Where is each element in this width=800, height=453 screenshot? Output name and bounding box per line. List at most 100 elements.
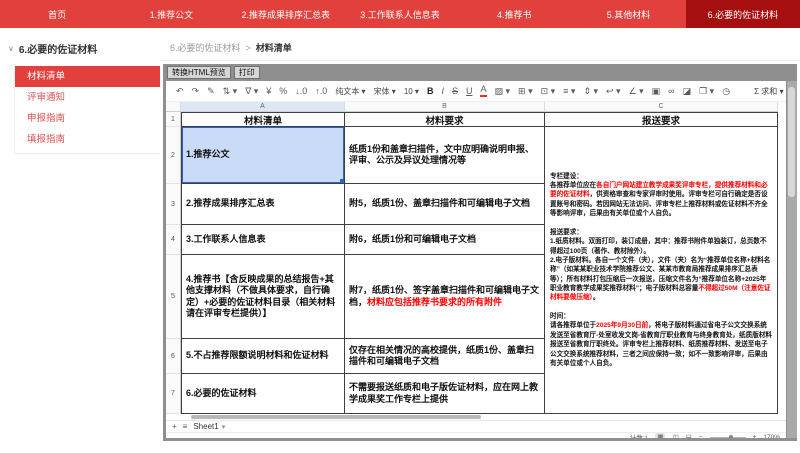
cell-b5[interactable]: 附7，纸质1份、签字盖章扫描件和可编辑电子文档，材料应包括推荐书要求的所有附件 [345,255,545,339]
column-header-c[interactable]: C [545,102,778,112]
nav-tab-recommend-book[interactable]: 4.推荐书 [457,0,571,28]
row-header-4[interactable]: 4 [166,225,181,255]
cell-a1[interactable]: 材料清单 [181,112,345,127]
chevron-down-icon: ∨ [8,44,14,53]
freeze-icon[interactable]: ⇅ ▾ [223,86,238,97]
zoom-slider[interactable] [710,437,746,438]
row-header-7[interactable]: 7 [166,374,181,414]
cell-c2-c7-merged[interactable]: 专栏建设：各推荐单位应在各自门户网站建立教学成果奖评审专栏，提供推荐材料和必要的… [545,127,778,414]
zoom-level-label: 170% [763,434,780,439]
nav-tab-supporting-materials[interactable]: 6.必要的佐证材料 [686,0,800,28]
page-view-icon[interactable]: ◫ [672,433,678,438]
zoom-in-button[interactable]: + [753,434,757,439]
spreadsheet-toolbar: ↶ ↷ ✎ ⇅ ▾ ∇ ▾ ¥% ↓.0 ↑.0 纯文本 ▾ 宋体 ▾ 10 ▾ BISUA ▨ ▾ ⊞ … [166,81,786,102]
format-painter-icon[interactable]: ✎ [207,86,215,97]
sum-button[interactable]: Σ 求和 ▾ [754,86,783,97]
border-icon[interactable]: ⊞ ▾ [518,86,533,97]
sheet-tab-bar: + ≡ Sheet1 ▾ [166,420,786,432]
breadcrumb: 6.必要的佐证材料 > 材料清单 [170,41,292,54]
bold-icon[interactable]: B [427,86,434,96]
cell-b6[interactable]: 仅存在相关情况的高校提供，纸质1份、盖章扫描件和可编辑电子文档 [345,339,545,374]
font-color-icon[interactable]: A [480,85,486,96]
row-header-1[interactable]: 1 [166,112,181,127]
sidebar: ∨ 6.必要的佐证材料 材料清单 评审通知 申报指南 填报指南 [0,28,160,453]
font-size-select[interactable]: 10 ▾ [404,87,419,96]
nav-tab-ranking-summary[interactable]: 2.推荐成果排序汇总表 [229,0,343,28]
percent-format-icon[interactable]: % [279,86,287,96]
row-header-2[interactable]: 2 [166,127,181,184]
row-header-6[interactable]: 6 [166,339,181,374]
decrease-decimal-icon[interactable]: ↓.0 [295,86,307,96]
nav-tab-contacts[interactable]: 3.工作联系人信息表 [343,0,457,28]
sheet-menu-icon[interactable]: ≡ [183,422,188,431]
cell-b7[interactable]: 不需要报送纸质和电子版佐证材料，应在网上教学成果奖工作专栏上提供 [345,374,545,414]
increase-decimal-icon[interactable]: ↑.0 [315,86,327,96]
nav-tab-other-materials[interactable]: 5.其他材料 [571,0,685,28]
nav-tab-recommend-doc[interactable]: 1.推荐公文 [114,0,228,28]
cell-b4[interactable]: 附6，纸质1份和可编辑电子文档 [345,225,545,255]
insert-image-icon[interactable]: ▣ [652,86,661,97]
html-preview-button[interactable]: 转换HTML预览 [167,66,231,79]
vertical-align-icon[interactable]: ⇕ ▾ [583,86,598,97]
underline-icon[interactable]: U [466,86,473,96]
cell-c1[interactable]: 报送要求 [545,112,778,127]
sidebar-group-header[interactable]: ∨ 6.必要的佐证材料 [0,41,160,56]
vertical-scrollbar-thumb[interactable] [788,87,795,197]
sheet-tab[interactable]: Sheet1 ▾ [193,422,225,431]
cell-a4[interactable]: 3.工作联系人信息表 [181,225,345,255]
page-break-view-icon[interactable]: ⬓ [686,433,692,438]
horizontal-scrollbar[interactable] [166,414,786,420]
normal-view-icon[interactable]: ▦ [655,433,665,438]
grid-corner[interactable] [166,102,181,112]
currency-format-icon[interactable]: ¥ [266,86,271,96]
align-icon[interactable]: ≡ ▾ [563,86,575,97]
merge-cells-icon[interactable]: ⊡ ▾ [541,86,556,97]
strikethrough-icon[interactable]: S [452,86,458,96]
sidebar-item-material-list[interactable]: 材料清单 [15,66,160,87]
filter-icon[interactable]: ∇ ▾ [245,86,258,97]
number-format-select[interactable]: 纯文本 ▾ [335,86,365,97]
horizontal-scrollbar-thumb[interactable] [191,415,481,419]
nav-tab-home[interactable]: 首页 [0,0,114,28]
cell-a6[interactable]: 5.不占推荐限额说明材料和佐证材料 [181,339,345,374]
sidebar-item-filling-guide[interactable]: 填报指南 [15,129,160,150]
zoom-slider-knob[interactable] [729,435,733,438]
sidebar-item-application-guide[interactable]: 申报指南 [15,108,160,129]
breadcrumb-parent[interactable]: 6.必要的佐证材料 [170,41,241,54]
cell-a3[interactable]: 2.推荐成果排序汇总表 [181,184,345,225]
italic-icon[interactable]: I [441,86,444,96]
row-header-5[interactable]: 5 [166,255,181,339]
sidebar-item-review-notice[interactable]: 评审通知 [15,87,160,108]
comment-icon[interactable]: ❐ ▾ [699,86,714,97]
content-divider [160,60,800,61]
add-sheet-button[interactable]: + [172,422,177,431]
redo-icon[interactable]: ↷ [192,86,200,97]
fill-color-icon[interactable]: ▨ ▾ [495,86,511,97]
cell-b3[interactable]: 附5，纸质1份、盖章扫描件和可编辑电子文档 [345,184,545,225]
font-select[interactable]: 宋体 ▾ [374,86,396,97]
insert-link-icon[interactable]: ∞ [668,86,674,96]
column-header-b[interactable]: B [345,102,545,112]
wrap-text-icon[interactable]: ↩ ▾ [606,86,621,97]
row-header-3[interactable]: 3 [166,184,181,225]
vertical-scrollbar[interactable] [787,81,797,438]
undo-icon[interactable]: ↶ [176,86,184,97]
sidebar-item-list: 材料清单 评审通知 申报指南 填报指南 [14,66,160,154]
insert-chart-icon[interactable]: ◪ [683,86,692,97]
zoom-out-button[interactable]: − [699,434,703,439]
viewer-top-bar: 转换HTML预览 打印 [163,64,797,81]
print-button[interactable]: 打印 [234,66,260,79]
spreadsheet-viewer-content: ↶↷✎⇅ ▾∇ ▾¥%↓.0↑.0纯文本 ▾宋体 ▾10 ▾BISUA▨ ▾⊞ … [166,81,786,438]
spreadsheet-grid: A B C 1 材料清单 材料要求 报送要求 专栏建设：各推荐单位应在各自门户网… [166,102,786,414]
sheet-tab-label: Sheet1 [193,422,218,431]
breadcrumb-separator: > [246,43,251,53]
rotate-text-icon[interactable]: ∠ ▾ [629,86,644,97]
status-bar: 计数:1 ▦ ◫ ⬓ − + 170% [166,432,786,438]
history-icon[interactable]: ◷ [722,86,730,97]
cell-a5[interactable]: 4.推荐书【含反映成果的总结报告+其他支撑材料（不做具体要求，自行确定）+必要的… [181,255,345,339]
cell-b2[interactable]: 纸质1份和盖章扫描件，文中应明确说明申报、评审、公示及异议处理情况等 [345,127,545,184]
cell-b1[interactable]: 材料要求 [345,112,545,127]
cell-a7[interactable]: 6.必要的佐证材料 [181,374,345,414]
column-header-a[interactable]: A [181,102,345,112]
cell-a2[interactable]: 1.推荐公文 [181,127,345,184]
